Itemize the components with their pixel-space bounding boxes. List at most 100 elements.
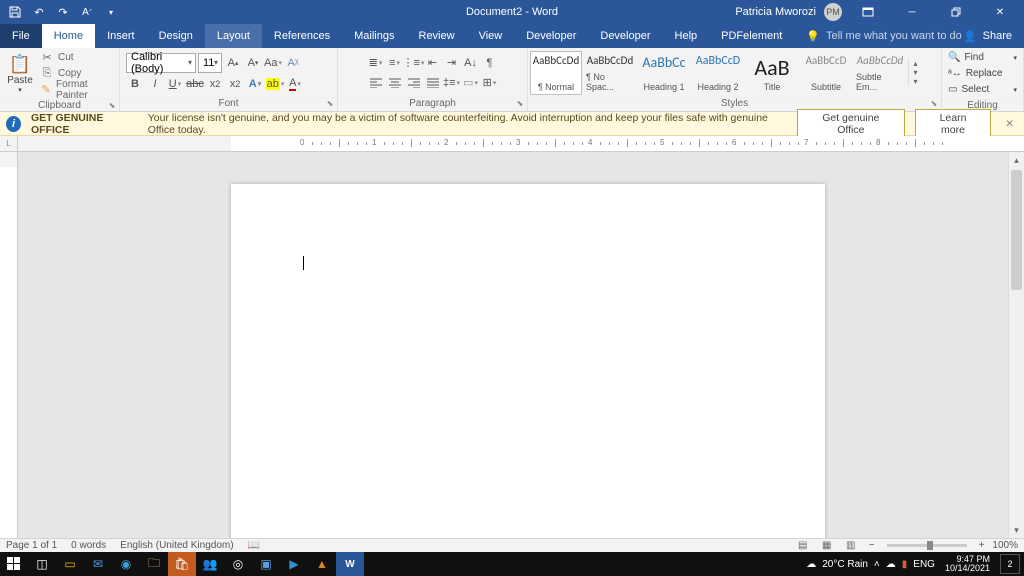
- scroll-up-button[interactable]: ▴: [1009, 152, 1024, 168]
- close-button[interactable]: ✕: [982, 0, 1018, 24]
- style-item[interactable]: AaBbCcDd¶ No Spac...: [584, 51, 636, 95]
- vertical-scrollbar[interactable]: ▴ ▾: [1008, 152, 1024, 538]
- cut-button[interactable]: ✂Cut: [38, 50, 115, 65]
- align-right-button[interactable]: [405, 74, 423, 92]
- taskbar-app-store[interactable]: 🛍: [168, 552, 196, 576]
- tray-lang[interactable]: ENG: [913, 559, 935, 570]
- superscript-button[interactable]: x2: [226, 75, 244, 93]
- tab-file[interactable]: File: [0, 24, 42, 48]
- zoom-level[interactable]: 100%: [992, 540, 1018, 551]
- page[interactable]: [231, 184, 825, 538]
- style-item[interactable]: AaBbCcDd¶ Normal: [530, 51, 582, 95]
- subscript-button[interactable]: x2: [206, 75, 224, 93]
- tab-insert[interactable]: Insert: [95, 24, 147, 48]
- format-painter-button[interactable]: ✎Format Painter: [38, 82, 115, 97]
- style-item[interactable]: AaBbCcDHeading 2: [692, 51, 744, 95]
- tab-help[interactable]: Help: [663, 24, 710, 48]
- select-button[interactable]: ▭Select▾: [946, 82, 1019, 97]
- learn-more-button[interactable]: Learn more: [915, 109, 991, 139]
- numbering-button[interactable]: ≡: [386, 54, 404, 72]
- find-button[interactable]: 🔍Find▾: [946, 50, 1019, 65]
- tray-clock[interactable]: 9:47 PM 10/14/2021: [941, 555, 994, 573]
- underline-button[interactable]: U: [166, 75, 184, 93]
- tab-mailings[interactable]: Mailings: [342, 24, 406, 48]
- zoom-slider[interactable]: [887, 544, 967, 547]
- taskbar-app-1[interactable]: ▭: [56, 552, 84, 576]
- taskbar-app-movies[interactable]: ▶: [280, 552, 308, 576]
- tab-references[interactable]: References: [262, 24, 342, 48]
- taskbar-app-mail[interactable]: ✉: [84, 552, 112, 576]
- notifications-button[interactable]: 2: [1000, 554, 1020, 574]
- language-status[interactable]: English (United Kingdom): [120, 540, 233, 551]
- taskbar-app-explorer[interactable]: 🗀: [140, 552, 168, 576]
- tab-home[interactable]: Home: [42, 24, 95, 48]
- increase-indent-button[interactable]: ⇥: [443, 54, 461, 72]
- redo-icon[interactable]: ↷: [54, 3, 72, 21]
- tab-layout[interactable]: Layout: [205, 24, 262, 48]
- tab-design[interactable]: Design: [147, 24, 205, 48]
- styles-row-up[interactable]: ▴: [909, 59, 922, 68]
- get-genuine-office-button[interactable]: Get genuine Office: [797, 109, 905, 139]
- tab-view[interactable]: View: [467, 24, 515, 48]
- grow-font-button[interactable]: A▴: [224, 54, 242, 72]
- tab-developer2[interactable]: Developer: [588, 24, 662, 48]
- style-item[interactable]: AaBbCcDdSubtle Em...: [854, 51, 906, 95]
- taskbar-app-teams[interactable]: 👥: [196, 552, 224, 576]
- user-avatar[interactable]: PM: [824, 3, 842, 21]
- undo-icon[interactable]: ↶: [30, 3, 48, 21]
- bold-button[interactable]: B: [126, 75, 144, 93]
- italic-button[interactable]: I: [146, 75, 164, 93]
- horizontal-ruler[interactable]: 012345678: [18, 136, 1024, 152]
- align-left-button[interactable]: [367, 74, 385, 92]
- paragraph-launcher[interactable]: ⬊: [514, 99, 526, 111]
- vertical-ruler[interactable]: [0, 152, 18, 538]
- paste-button[interactable]: 📋 Paste ▾: [4, 52, 36, 96]
- align-center-button[interactable]: [386, 74, 404, 92]
- tray-chevron-icon[interactable]: ˄: [874, 559, 880, 570]
- start-button[interactable]: [0, 552, 28, 576]
- change-case-button[interactable]: Aa: [264, 54, 282, 72]
- spellcheck-icon[interactable]: 📖: [248, 540, 260, 551]
- minimize-button[interactable]: ─: [894, 0, 930, 24]
- read-mode-button[interactable]: ▤: [793, 539, 813, 553]
- justify-button[interactable]: [424, 74, 442, 92]
- strikethrough-button[interactable]: abc: [186, 75, 204, 93]
- styles-expand[interactable]: ▾: [909, 77, 922, 86]
- word-count[interactable]: 0 words: [71, 540, 106, 551]
- ribbon-display-icon[interactable]: [850, 0, 886, 24]
- taskbar-app-vlc[interactable]: ▲: [308, 552, 336, 576]
- highlight-button[interactable]: ab: [266, 75, 284, 93]
- zoom-in-button[interactable]: +: [975, 540, 989, 551]
- shrink-font-button[interactable]: A▾: [244, 54, 262, 72]
- shading-button[interactable]: ▭: [462, 74, 480, 92]
- taskbar-app-edge[interactable]: ◉: [112, 552, 140, 576]
- replace-button[interactable]: ᵃ↔Replace: [946, 66, 1019, 81]
- warning-close-button[interactable]: ✕: [1001, 118, 1018, 130]
- tab-developer[interactable]: Developer: [514, 24, 588, 48]
- zoom-out-button[interactable]: −: [865, 540, 879, 551]
- tray-cloud-icon[interactable]: ☁: [886, 559, 896, 570]
- taskbar-app-chrome[interactable]: ◎: [224, 552, 252, 576]
- styles-row-down[interactable]: ▾: [909, 68, 922, 77]
- line-spacing-button[interactable]: ‡≡: [443, 74, 461, 92]
- font-size-select[interactable]: 11: [198, 53, 222, 73]
- weather-text[interactable]: 20°C Rain: [822, 559, 868, 570]
- print-layout-button[interactable]: ▦: [817, 539, 837, 553]
- multilevel-list-button[interactable]: ⋮≡: [405, 54, 423, 72]
- weather-icon[interactable]: ☁: [806, 559, 816, 570]
- clear-formatting-button[interactable]: Aᵡ: [284, 54, 302, 72]
- scroll-down-button[interactable]: ▾: [1009, 522, 1024, 538]
- document-area[interactable]: [18, 152, 1024, 538]
- share-button[interactable]: 👤 Share: [963, 24, 1024, 48]
- show-marks-button[interactable]: ¶: [481, 54, 499, 72]
- page-status[interactable]: Page 1 of 1: [6, 540, 57, 551]
- scroll-thumb[interactable]: [1011, 170, 1022, 290]
- qat-customize-icon[interactable]: ▾: [102, 3, 120, 21]
- style-item[interactable]: AaBTitle: [746, 51, 798, 95]
- font-launcher[interactable]: ⬊: [324, 99, 336, 111]
- style-item[interactable]: AaBbCcHeading 1: [638, 51, 690, 95]
- clipboard-launcher[interactable]: ⬊: [106, 101, 118, 113]
- tab-pdfelement[interactable]: PDFelement: [709, 24, 794, 48]
- tell-me-search[interactable]: 💡 Tell me what you want to do: [806, 24, 961, 48]
- user-name[interactable]: Patricia Mworozi: [735, 6, 816, 18]
